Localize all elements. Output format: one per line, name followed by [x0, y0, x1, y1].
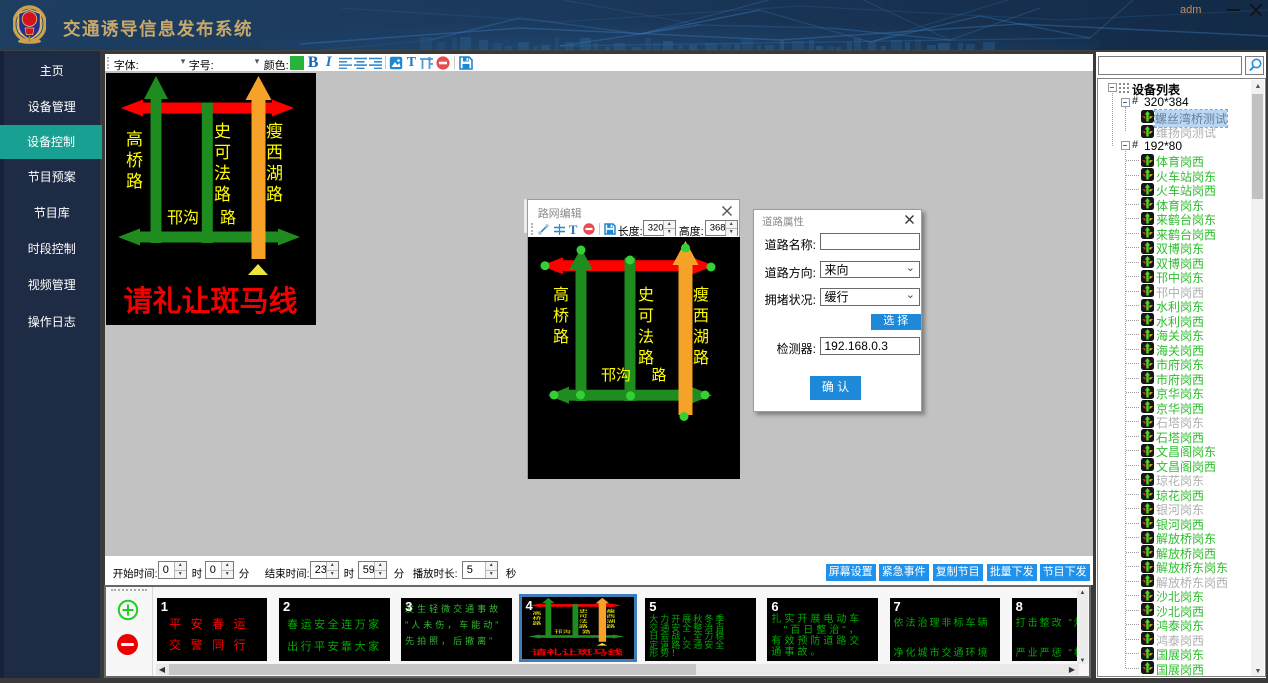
svg-text:高: 高: [126, 130, 143, 149]
svg-text:路: 路: [553, 328, 569, 346]
svg-text:桥: 桥: [126, 151, 143, 170]
svg-text:路: 路: [220, 209, 236, 227]
svg-text:高: 高: [532, 611, 541, 616]
svg-text:瘦: 瘦: [606, 609, 615, 614]
svg-text:路: 路: [266, 185, 283, 204]
svg-text:邗沟: 邗沟: [601, 367, 631, 384]
svg-text:可: 可: [578, 614, 587, 619]
svg-text:路: 路: [582, 629, 591, 634]
svg-text:湖: 湖: [606, 619, 615, 624]
svg-text:史: 史: [638, 286, 654, 304]
svg-text:邗沟: 邗沟: [554, 629, 571, 634]
svg-text:请礼让斑马线: 请礼让斑马线: [531, 648, 623, 656]
svg-text:法: 法: [638, 328, 654, 346]
svg-text:史: 史: [578, 609, 587, 614]
svg-text:请礼让斑马线: 请礼让斑马线: [123, 285, 297, 318]
svg-text:西: 西: [606, 614, 615, 619]
svg-text:湖: 湖: [266, 164, 283, 183]
svg-text:可: 可: [214, 143, 231, 162]
svg-text:瘦: 瘦: [693, 286, 709, 304]
svg-text:可: 可: [638, 308, 654, 325]
svg-text:路: 路: [578, 624, 587, 629]
svg-text:高: 高: [553, 286, 569, 304]
svg-text:路: 路: [214, 185, 231, 204]
svg-text:路: 路: [532, 621, 541, 626]
svg-text:西: 西: [693, 308, 709, 325]
svg-text:路: 路: [693, 349, 709, 367]
svg-text:桥: 桥: [553, 307, 569, 325]
svg-text:西: 西: [266, 143, 283, 162]
svg-text:湖: 湖: [693, 328, 709, 346]
svg-text:路: 路: [606, 624, 615, 629]
svg-text:瘦: 瘦: [266, 122, 283, 141]
svg-text:史: 史: [214, 122, 231, 141]
svg-text:桥: 桥: [532, 616, 541, 621]
svg-text:法: 法: [578, 619, 587, 624]
svg-text:法: 法: [214, 164, 231, 183]
svg-text:邗沟: 邗沟: [167, 209, 199, 227]
svg-text:路: 路: [638, 349, 654, 367]
svg-text:路: 路: [126, 172, 143, 191]
svg-text:路: 路: [652, 367, 667, 384]
